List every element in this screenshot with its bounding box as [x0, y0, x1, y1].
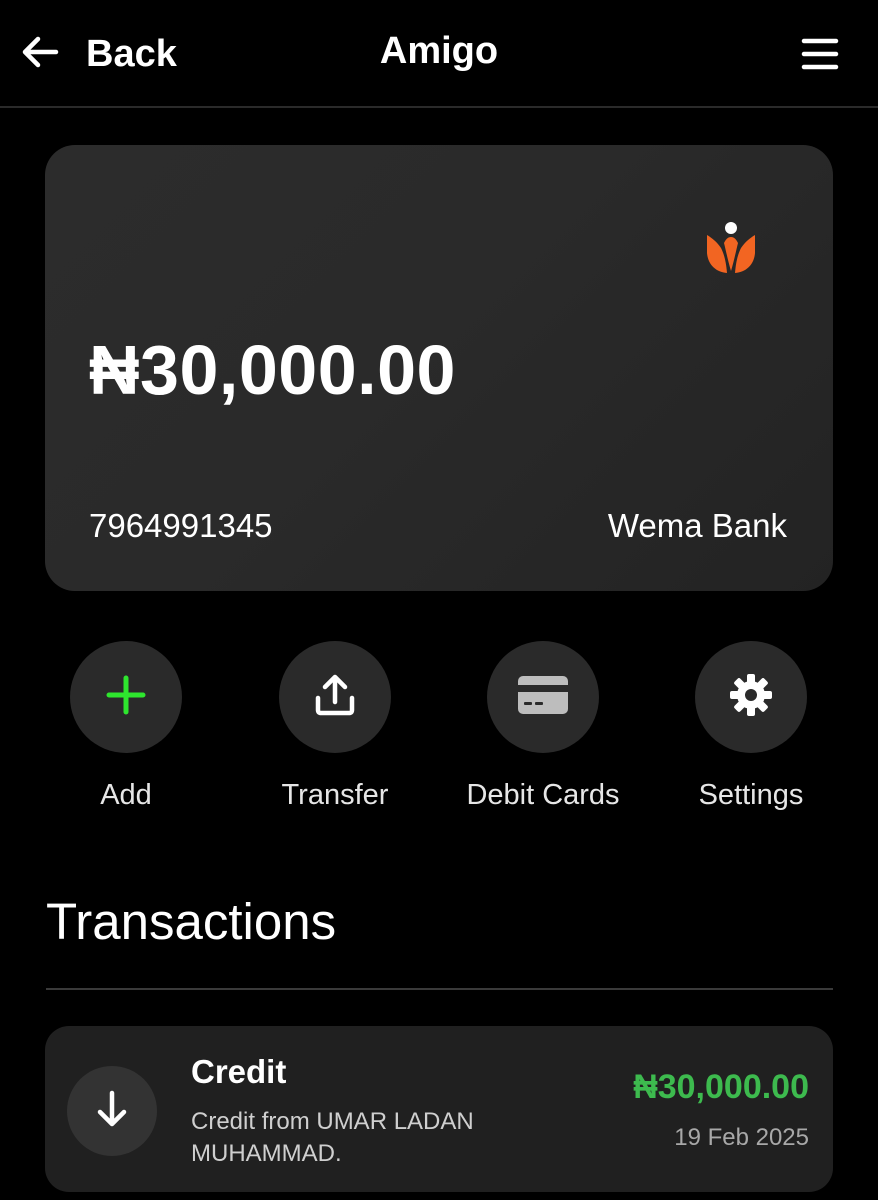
transaction-date: 19 Feb 2025 [674, 1124, 809, 1151]
settings-button[interactable]: Settings [651, 641, 851, 812]
debit-cards-label: Debit Cards [466, 779, 620, 811]
arrow-down-icon [92, 1089, 132, 1134]
transaction-description: Credit from UMAR LADAN MUHAMMAD. [191, 1108, 474, 1167]
hamburger-menu-icon [800, 38, 840, 78]
wema-bank-logo-icon [703, 221, 759, 277]
transaction-type: Credit [191, 1053, 287, 1090]
add-button[interactable]: Add [26, 641, 226, 812]
transaction-amount: ₦30,000.00 [633, 1068, 809, 1106]
upload-icon [312, 672, 358, 723]
app-screen: Back Amigo ₦30,000.00 7964991345 Wema Ba… [0, 0, 878, 1200]
page-title: Amigo [379, 30, 499, 72]
plus-icon [104, 673, 148, 722]
transaction-item[interactable]: Credit Credit from UMAR LADAN MUHAMMAD. … [45, 1026, 833, 1192]
settings-label: Settings [698, 779, 804, 811]
transfer-button-circle[interactable] [279, 641, 391, 753]
transaction-icon-circle [67, 1066, 157, 1156]
debit-cards-button-circle[interactable] [487, 641, 599, 753]
add-label: Add [100, 779, 152, 811]
bank-name: Wema Bank [607, 507, 787, 544]
account-card[interactable]: ₦30,000.00 7964991345 Wema Bank [45, 145, 833, 591]
add-button-circle[interactable] [70, 641, 182, 753]
settings-button-circle[interactable] [695, 641, 807, 753]
menu-button[interactable] [800, 34, 840, 74]
gear-icon [728, 672, 774, 723]
account-balance: ₦30,000.00 [89, 331, 456, 409]
transfer-label: Transfer [281, 779, 389, 811]
transactions-divider [46, 988, 833, 990]
transactions-heading: Transactions [46, 893, 337, 950]
top-bar: Back Amigo [0, 0, 878, 108]
transfer-button[interactable]: Transfer [235, 641, 435, 812]
debit-cards-button[interactable]: Debit Cards [443, 641, 643, 812]
account-number: 7964991345 [89, 507, 273, 544]
credit-card-icon [517, 675, 569, 720]
